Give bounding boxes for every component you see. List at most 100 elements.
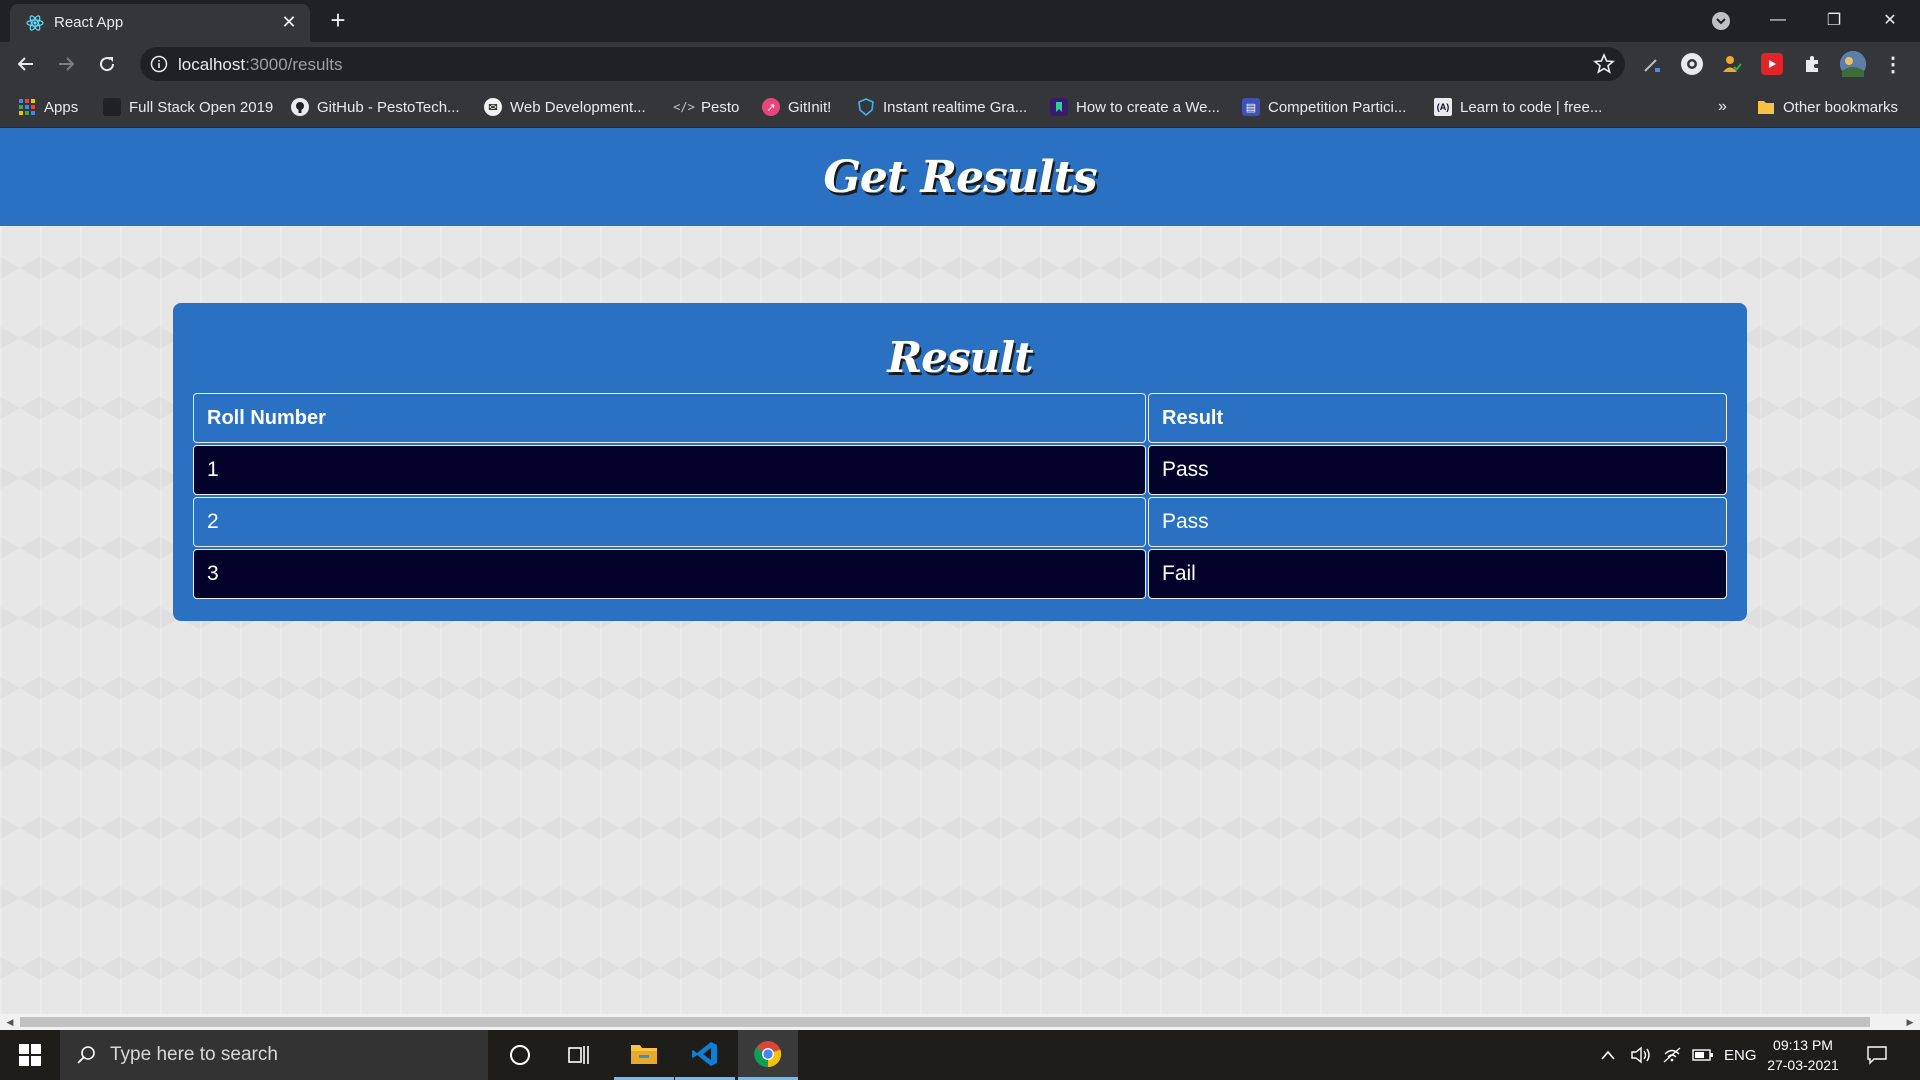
result-cell: Pass [1148, 445, 1727, 495]
profile-avatar-icon[interactable] [1840, 51, 1866, 77]
freecodecamp-icon: (A) [1434, 98, 1452, 116]
page-title: Get Results [823, 151, 1097, 203]
tab-search-icon[interactable] [1710, 10, 1732, 32]
table-header-row: Roll Number Result [193, 393, 1727, 443]
bookmarks-bar: Apps Full Stack Open 2019 GitHub - Pesto… [0, 86, 1920, 128]
new-tab-icon[interactable]: + [324, 6, 352, 34]
bookmark-page-icon [103, 98, 121, 116]
circle-extension-icon[interactable] [1681, 53, 1703, 75]
close-tab-icon[interactable]: ✕ [278, 11, 300, 33]
taskbar-clock[interactable]: 09:13 PM 27-03-2021 [1760, 1035, 1846, 1075]
bookmark-label: GitInit! [788, 98, 832, 116]
wifi-icon[interactable] [1662, 1030, 1682, 1080]
tab-title: React App [54, 14, 124, 31]
clock-date: 27-03-2021 [1767, 1057, 1839, 1073]
result-cell: Pass [1148, 497, 1727, 547]
bookmark-label: Full Stack Open 2019 [129, 98, 274, 116]
react-icon [26, 14, 44, 32]
bookmark-pesto[interactable]: </> Pesto [673, 96, 740, 118]
battery-icon[interactable] [1692, 1030, 1714, 1080]
bookmark-gitinit[interactable]: ↗ GitInit! [762, 96, 831, 118]
bookmark-label: Competition Partici... [1268, 98, 1407, 116]
github-icon [291, 98, 309, 116]
windows-taskbar: Type here to search ENG 09:13 PM 27-03-2… [0, 1030, 1920, 1080]
url-text: localhost:3000/results [178, 55, 342, 75]
bookmark-how-to-create[interactable]: How to create a We... [1050, 96, 1220, 118]
bookmark-competition[interactable]: ▤ Competition Partici... [1242, 96, 1406, 118]
roll-number-cell: 2 [193, 497, 1146, 547]
folder-icon [1757, 98, 1775, 116]
calendar-icon: ▤ [1242, 98, 1260, 116]
notification-center-icon[interactable] [1866, 1030, 1888, 1080]
page-viewport: Get Results Result Roll Number Result 1 … [0, 128, 1920, 1014]
result-cell: Fail [1148, 549, 1727, 599]
browser-tab[interactable]: React App ✕ [10, 4, 310, 42]
bookmark-label: Web Development... [510, 98, 646, 116]
restore-icon[interactable]: ❐ [1806, 0, 1862, 40]
gitinit-icon: ↗ [762, 98, 780, 116]
browser-tab-strip: React App ✕ + — ❐ ✕ [0, 0, 1920, 42]
bookmark-web-development[interactable]: ✉ Web Development... [484, 96, 646, 118]
forward-icon[interactable] [50, 48, 82, 80]
horizontal-scrollbar[interactable]: ◀ ▶ [0, 1014, 1920, 1030]
apps-grid-icon [18, 98, 36, 116]
bookmarks-overflow-button[interactable]: » [1718, 96, 1727, 118]
bookmark-full-stack-open[interactable]: Full Stack Open 2019 [103, 96, 273, 118]
windows-start-icon[interactable] [0, 1030, 60, 1080]
shield-icon [857, 98, 875, 116]
video-extension-icon[interactable] [1761, 53, 1783, 75]
cortana-icon[interactable] [490, 1030, 550, 1080]
url-host: localhost [178, 55, 246, 74]
bookmark-apps[interactable]: Apps [18, 96, 78, 118]
roll-number-cell: 3 [193, 549, 1146, 599]
url-path: :3000/results [245, 55, 343, 74]
taskbar-search-box[interactable]: Type here to search [60, 1030, 488, 1080]
vscode-icon[interactable] [675, 1030, 735, 1080]
info-icon[interactable] [150, 55, 168, 73]
person-check-extension-icon[interactable] [1721, 53, 1743, 75]
header-result: Result [1148, 393, 1727, 443]
header-roll-number: Roll Number [193, 393, 1146, 443]
bookmark-page-icon [1050, 98, 1068, 116]
scroll-left-icon[interactable]: ◀ [4, 1016, 16, 1028]
result-card-title: Result [887, 333, 1033, 382]
address-bar[interactable]: localhost:3000/results [140, 47, 1625, 81]
bookmark-github-pestotech[interactable]: GitHub - PestoTech... [291, 96, 460, 118]
bookmark-label: GitHub - PestoTech... [317, 98, 460, 116]
reload-icon[interactable] [91, 48, 123, 80]
pen-extension-icon[interactable] [1641, 53, 1663, 75]
chrome-icon[interactable] [738, 1030, 798, 1080]
search-placeholder: Type here to search [110, 1044, 278, 1065]
bookmark-label: Instant realtime Gra... [883, 98, 1028, 116]
bookmark-star-icon[interactable] [1593, 52, 1615, 75]
search-icon [76, 1045, 96, 1065]
code-brackets-icon: </> [673, 100, 695, 114]
overflow-label: » [1718, 98, 1727, 115]
volume-icon[interactable] [1630, 1030, 1652, 1080]
scroll-right-icon[interactable]: ▶ [1904, 1016, 1916, 1028]
table-row: 2 Pass [193, 497, 1727, 547]
bookmark-learn-to-code[interactable]: (A) Learn to code | free... [1434, 96, 1602, 118]
show-hidden-icons-icon[interactable] [1600, 1030, 1616, 1080]
language-label: ENG [1724, 1046, 1757, 1064]
bookmark-label: Learn to code | free... [1460, 98, 1603, 116]
language-indicator[interactable]: ENG [1724, 1030, 1757, 1080]
bookmark-label: Apps [44, 98, 79, 116]
file-explorer-icon[interactable] [614, 1030, 674, 1080]
result-card: Result Roll Number Result 1 Pass 2 Pass … [173, 303, 1747, 621]
back-icon[interactable] [10, 48, 42, 80]
bookmark-instant-realtime[interactable]: Instant realtime Gra... [857, 96, 1027, 118]
bookmark-other-bookmarks[interactable]: Other bookmarks [1757, 96, 1898, 118]
extensions-puzzle-icon[interactable] [1801, 53, 1823, 75]
minimize-icon[interactable]: — [1750, 0, 1806, 40]
table-row: 3 Fail [193, 549, 1727, 599]
task-view-icon[interactable] [550, 1030, 610, 1080]
menu-kebab-icon[interactable]: ⋮ [1882, 53, 1904, 76]
web-dev-icon: ✉ [484, 98, 502, 116]
bookmark-label: Other bookmarks [1783, 98, 1899, 116]
scrollbar-thumb[interactable] [20, 1017, 1870, 1027]
bookmark-label: Pesto [701, 98, 740, 116]
close-window-icon[interactable]: ✕ [1862, 0, 1918, 40]
clock-time: 09:13 PM [1773, 1037, 1833, 1053]
bookmark-label: How to create a We... [1076, 98, 1220, 116]
